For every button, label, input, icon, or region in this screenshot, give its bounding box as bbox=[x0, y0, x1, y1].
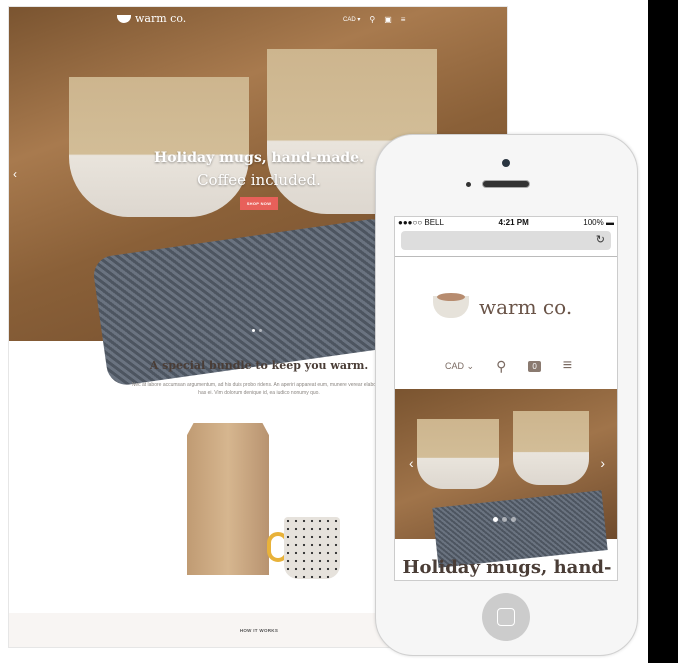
battery: 100% ▬ bbox=[583, 218, 614, 227]
search-icon[interactable]: ⚲ bbox=[369, 15, 375, 24]
mug-image-left bbox=[69, 77, 249, 217]
camera bbox=[502, 159, 510, 167]
desktop-nav: warm co. CAD ▾ ⚲ ▣ ≡ bbox=[9, 7, 507, 35]
sensor bbox=[466, 182, 471, 187]
mobile-hero: ‹ › bbox=[395, 389, 617, 568]
brand-name: warm co. bbox=[135, 12, 187, 25]
bag-icon[interactable]: 0 bbox=[528, 360, 541, 372]
speaker bbox=[482, 180, 530, 188]
cup-icon bbox=[117, 14, 131, 23]
currency-select[interactable]: CAD ▾ bbox=[343, 16, 360, 23]
search-icon[interactable]: ⚲ bbox=[496, 358, 506, 375]
phone-screen: ●●●○○ BELL 4:21 PM 100% ▬ ↻ warm co. CAD… bbox=[394, 216, 618, 581]
bag-icon[interactable]: ▣ bbox=[384, 15, 392, 24]
status-bar: ●●●○○ BELL 4:21 PM 100% ▬ bbox=[395, 217, 617, 228]
slide-dots[interactable] bbox=[252, 329, 262, 332]
prev-slide-arrow[interactable]: ‹ bbox=[409, 455, 414, 471]
mobile-nav: CAD ⌄ ⚲ 0 ≡ bbox=[445, 357, 572, 375]
brand-name: warm co. bbox=[479, 295, 573, 319]
coffee-bag-image bbox=[187, 423, 269, 575]
hamburger-icon[interactable]: ≡ bbox=[563, 357, 572, 375]
address-bar[interactable]: ↻ bbox=[401, 231, 611, 250]
hamburger-icon[interactable]: ≡ bbox=[401, 15, 406, 24]
mug-image-right bbox=[513, 411, 589, 485]
carrier: ●●●○○ BELL bbox=[398, 218, 444, 227]
background-edge bbox=[648, 0, 678, 663]
speckled-mug-image bbox=[284, 517, 340, 579]
mobile-hero-title: Holiday mugs, hand- bbox=[402, 557, 612, 578]
phone-mockup: ●●●○○ BELL 4:21 PM 100% ▬ ↻ warm co. CAD… bbox=[375, 134, 638, 656]
brand-logo[interactable]: warm co. bbox=[117, 12, 186, 25]
slide-dots[interactable] bbox=[493, 517, 516, 522]
currency-label: CAD bbox=[343, 17, 356, 23]
next-slide-arrow[interactable]: › bbox=[600, 455, 605, 471]
cup-icon bbox=[433, 293, 469, 318]
shop-now-button[interactable]: SHOP NOW bbox=[240, 197, 278, 210]
section-body: Nec at labore accumsan argumentum, ad hi… bbox=[131, 382, 387, 396]
reload-icon[interactable]: ↻ bbox=[596, 233, 605, 246]
home-button[interactable] bbox=[482, 593, 530, 641]
currency-select[interactable]: CAD ⌄ bbox=[445, 361, 474, 372]
mobile-brand-logo[interactable]: warm co. bbox=[433, 293, 573, 319]
mug-image-left bbox=[417, 419, 499, 489]
clock: 4:21 PM bbox=[498, 218, 529, 227]
